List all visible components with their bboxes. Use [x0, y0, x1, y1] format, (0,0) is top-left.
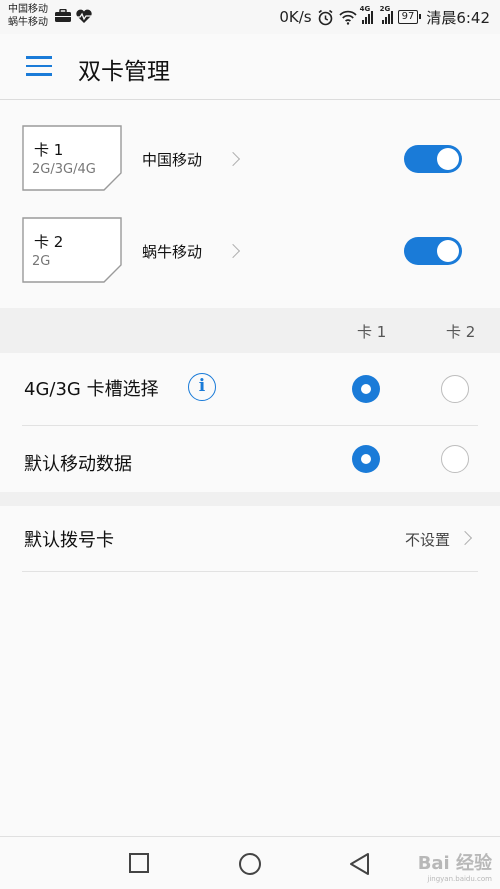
sim-1-name: 卡 1 — [34, 141, 64, 159]
default-dial-value: 不设置 — [405, 531, 451, 549]
heart-pulse-icon — [76, 9, 92, 23]
column-card-1: 卡 1 — [357, 323, 387, 341]
carrier-1-label: 中国移动 — [8, 4, 48, 15]
default-data-card-1-radio[interactable] — [352, 445, 380, 473]
sim-row-2[interactable]: 卡 2 2G 蜗牛移动 — [0, 217, 500, 287]
slot-select-label: 4G/3G 卡槽选择 — [24, 379, 159, 400]
signal-2-type: 2G — [379, 4, 391, 13]
info-icon[interactable]: i — [188, 373, 216, 401]
network-speed: 0K/s — [279, 8, 312, 26]
sim-2-name: 卡 2 — [34, 233, 64, 251]
watermark-url: jingyan.baidu.com — [427, 875, 492, 883]
recent-apps-icon[interactable] — [128, 852, 150, 874]
slot-select-card-2-radio[interactable] — [441, 375, 469, 403]
default-dial-label: 默认拨号卡 — [24, 530, 114, 551]
status-bar: 中国移动 蜗牛移动 0K/s 4G 2G 97 清晨6:42 — [0, 0, 500, 34]
battery-level: 97 — [401, 11, 415, 22]
chevron-right-icon — [225, 151, 241, 167]
divider — [22, 571, 478, 572]
wifi-icon — [338, 10, 357, 25]
slot-select-card-1-radio[interactable] — [352, 375, 380, 403]
app-bar: 双卡管理 — [0, 34, 500, 100]
clock: 清晨6:42 — [426, 8, 490, 27]
sim-1-carrier: 中国移动 — [142, 151, 203, 169]
carrier-2-label: 蜗牛移动 — [8, 17, 48, 28]
default-dial-row[interactable]: 默认拨号卡 不设置 — [0, 506, 500, 571]
sim-1-toggle[interactable] — [404, 145, 462, 173]
signal-1-type: 4G — [359, 4, 371, 13]
menu-icon[interactable] — [26, 56, 52, 76]
chevron-right-icon — [457, 530, 473, 546]
status-bar-right: 0K/s 4G 2G 97 清晨6:42 — [279, 0, 490, 34]
sim-2-network: 2G — [32, 254, 51, 269]
default-data-card-2-radio[interactable] — [441, 445, 469, 473]
watermark: Bai 经验 jingyan.baidu.com — [418, 849, 492, 883]
card-column-header: 卡 1 卡 2 — [0, 308, 500, 353]
sim-card-2-icon: 卡 2 2G — [22, 217, 122, 283]
battery-icon: 97 — [397, 10, 422, 24]
carrier-labels: 中国移动 蜗牛移动 — [8, 3, 48, 29]
column-card-2: 卡 2 — [446, 323, 476, 341]
back-icon[interactable] — [348, 852, 372, 876]
sim-2-carrier: 蜗牛移动 — [142, 243, 203, 261]
sim-card-1-icon: 卡 1 2G/3G/4G — [22, 125, 122, 191]
sim-2-toggle[interactable] — [404, 237, 462, 265]
briefcase-icon — [55, 9, 71, 22]
home-icon[interactable] — [237, 852, 263, 876]
default-data-label: 默认移动数据 — [24, 454, 132, 475]
alarm-icon — [318, 9, 333, 25]
navigation-bar: Bai 经验 jingyan.baidu.com — [0, 836, 500, 889]
watermark-brand: Bai 经验 — [417, 853, 492, 874]
section-gap — [0, 492, 500, 506]
sim-1-network: 2G/3G/4G — [32, 162, 96, 177]
slot-select-row: 4G/3G 卡槽选择 i — [0, 353, 500, 425]
signal-1-icon: 4G — [360, 5, 373, 24]
page-title: 双卡管理 — [78, 59, 170, 85]
default-data-row: 默认移动数据 — [0, 426, 500, 492]
signal-2-icon: 2G — [380, 5, 393, 24]
sim-row-1[interactable]: 卡 1 2G/3G/4G 中国移动 — [0, 125, 500, 195]
chevron-right-icon — [225, 243, 241, 259]
